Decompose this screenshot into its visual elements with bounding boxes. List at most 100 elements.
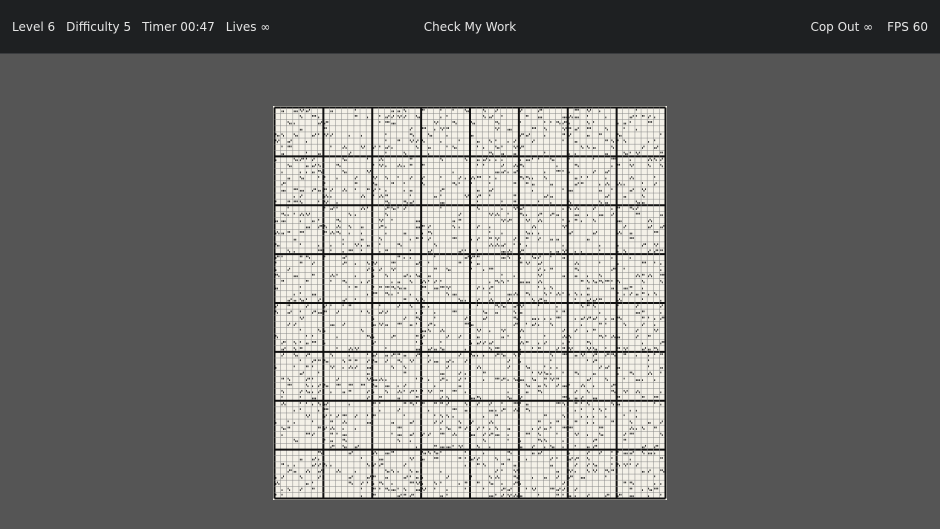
pencil-mark [379, 458, 381, 461]
pencil-mark [275, 334, 277, 337]
pencil-mark [313, 157, 315, 160]
pencil-mark [562, 493, 564, 496]
pencil-mark [415, 237, 417, 239]
pencil-mark [612, 420, 614, 423]
pencil-mark [360, 483, 362, 485]
pencil-mark [635, 379, 637, 382]
pencil-mark [641, 261, 643, 264]
pencil-mark [417, 275, 419, 278]
cop-out-button[interactable]: Cop Out ∞ [810, 20, 873, 34]
pencil-mark [458, 483, 460, 485]
pencil-mark [550, 322, 552, 325]
pencil-mark [441, 202, 443, 204]
pencil-mark [586, 318, 588, 320]
pencil-mark [507, 141, 509, 143]
pencil-mark [318, 402, 320, 404]
pencil-mark [574, 128, 576, 131]
pencil-mark [301, 318, 303, 320]
pencil-mark [331, 208, 333, 210]
pencil-mark [531, 487, 533, 490]
pencil-mark [486, 316, 488, 319]
pencil-mark [354, 182, 356, 184]
pencil-mark [275, 306, 277, 308]
pencil-mark [527, 341, 529, 343]
pencil-mark [295, 322, 297, 325]
pencil-mark [391, 354, 393, 357]
pencil-mark [539, 438, 541, 441]
pencil-mark [391, 122, 393, 125]
pencil-mark [510, 218, 512, 221]
pencil-mark [400, 391, 402, 394]
pencil-mark [661, 341, 663, 343]
pencil-mark [301, 189, 303, 192]
pencil-mark [411, 434, 413, 436]
pencil-mark [374, 183, 376, 186]
pencil-mark [660, 249, 662, 252]
pencil-mark [449, 286, 451, 288]
pencil-mark [460, 261, 462, 264]
pencil-mark [551, 446, 553, 449]
pencil-mark [550, 255, 552, 258]
pencil-mark [620, 318, 622, 320]
pencil-mark [660, 457, 662, 459]
pencil-mark [502, 244, 504, 247]
pencil-mark [391, 286, 393, 288]
pencil-mark [423, 458, 425, 461]
pencil-mark [538, 157, 540, 160]
pencil-mark [564, 133, 566, 136]
pencil-mark [502, 163, 504, 166]
pencil-mark [287, 121, 289, 123]
pencil-mark [356, 414, 358, 417]
pencil-mark [576, 183, 578, 186]
pencil-mark [564, 226, 566, 229]
pencil-mark [305, 110, 307, 113]
pencil-mark [374, 402, 376, 404]
pencil-mark [480, 341, 482, 343]
pencil-mark [412, 134, 414, 137]
puzzle-grid[interactable] [273, 106, 667, 500]
pencil-mark [382, 463, 384, 465]
pencil-mark [649, 226, 651, 229]
pencil-mark [619, 298, 621, 300]
pencil-mark [539, 255, 541, 258]
pencil-mark [507, 171, 509, 174]
pencil-mark [660, 306, 662, 308]
pencil-mark [594, 353, 596, 355]
pencil-mark [614, 336, 616, 339]
pencil-mark [312, 420, 314, 423]
pencil-mark [308, 432, 310, 435]
pencil-mark [464, 177, 466, 180]
pencil-mark [648, 470, 650, 473]
pencil-mark [528, 367, 530, 369]
pencil-mark [541, 281, 543, 284]
check-my-work-button[interactable]: Check My Work [424, 20, 516, 34]
pencil-mark [348, 153, 350, 155]
pencil-mark [446, 403, 448, 406]
pencil-mark [429, 348, 431, 351]
pencil-mark [348, 224, 350, 227]
pencil-mark [405, 367, 407, 369]
pencil-mark [368, 279, 370, 282]
pencil-mark [564, 426, 566, 429]
pencil-mark [434, 267, 436, 270]
pencil-mark [641, 310, 643, 313]
pencil-mark [651, 489, 653, 491]
pencil-mark [392, 115, 394, 117]
pencil-mark [339, 232, 341, 235]
pencil-mark [417, 477, 419, 479]
pencil-mark [586, 108, 588, 111]
pencil-mark [574, 298, 576, 300]
pencil-mark [315, 188, 317, 191]
pencil-mark [360, 328, 362, 331]
pencil-mark [305, 470, 307, 473]
pencil-mark [281, 232, 283, 235]
pencil-mark [324, 196, 326, 198]
pencil-mark [654, 426, 656, 429]
pencil-mark [356, 182, 358, 184]
pencil-mark [275, 287, 277, 290]
puzzle-board[interactable] [273, 106, 667, 500]
pencil-mark [509, 495, 511, 498]
pencil-mark [452, 182, 454, 184]
pencil-mark [483, 487, 485, 490]
pencil-mark [373, 452, 375, 455]
